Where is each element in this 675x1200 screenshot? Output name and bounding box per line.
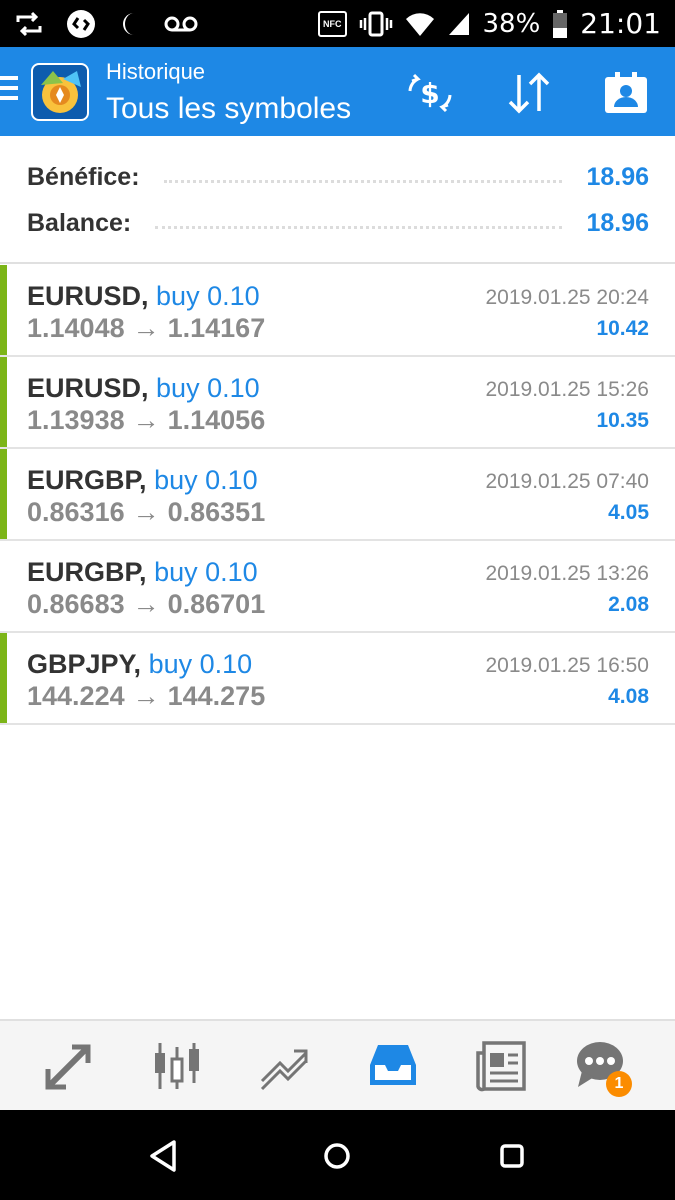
chat-tab[interactable]: 1: [574, 1039, 632, 1097]
dotted-leader: [163, 179, 563, 183]
back-icon[interactable]: [144, 1136, 184, 1176]
battery-icon: [553, 9, 568, 38]
deal-close-price: 1.14056: [167, 405, 266, 435]
deal-close-price: 0.86701: [167, 589, 266, 619]
nfc-icon: NFC: [318, 10, 347, 37]
profit-indicator-bar: [0, 449, 7, 539]
arrow-right-icon: →: [132, 589, 160, 619]
deal-open-price: 144.224: [27, 681, 125, 711]
deal-close-price: 0.86351: [167, 497, 266, 527]
deal-profit: 2.08: [608, 593, 649, 616]
deal-open-price: 1.14048: [27, 313, 125, 343]
profit-indicator-bar: [0, 265, 7, 355]
deal-symbol: GBPJPY,: [27, 649, 142, 679]
system-nav-bar: [0, 1110, 675, 1200]
deal-open-price: 0.86683: [27, 589, 125, 619]
deal-side: buy 0.10: [156, 373, 260, 403]
deal-side: buy 0.10: [154, 465, 258, 495]
currency-exchange-icon[interactable]: $: [406, 69, 454, 117]
svg-text:$: $: [420, 77, 439, 110]
deal-time: 2019.01.25 13:26: [485, 562, 650, 585]
deal-profit: 10.42: [596, 317, 649, 340]
news-icon[interactable]: [474, 1039, 528, 1093]
voicemail-icon: [164, 16, 198, 31]
moon-icon: [123, 12, 134, 35]
deal-symbol: EURUSD,: [27, 281, 149, 311]
signal-icon: [448, 12, 469, 35]
profit-label: Bénéfice:: [27, 162, 140, 191]
deal-side: buy 0.10: [154, 557, 258, 587]
balance-label: Balance:: [27, 208, 132, 237]
chart-icon[interactable]: [150, 1039, 204, 1093]
dotted-leader: [155, 225, 563, 229]
chat-badge: 1: [606, 1071, 632, 1097]
deal-close-price: 144.275: [167, 681, 266, 711]
page-title: Historique: [106, 59, 206, 84]
deal-time: 2019.01.25 15:26: [485, 378, 650, 401]
deal-row[interactable]: GBPJPY, buy 0.10 144.224 → 144.275 2019.01…: [0, 633, 675, 725]
arrow-right-icon: →: [132, 405, 160, 435]
bottom-tab-bar: 1: [0, 1019, 675, 1110]
profit-value: 18.96: [586, 162, 649, 191]
sync-icon: [16, 11, 42, 36]
recents-icon[interactable]: [492, 1136, 532, 1176]
sort-icon[interactable]: [505, 69, 553, 117]
deal-time: 2019.01.25 20:24: [485, 286, 650, 309]
deal-row[interactable]: EURGBP, buy 0.10 0.86316 → 0.86351 2019.01…: [0, 449, 675, 541]
arrow-right-icon: →: [132, 313, 160, 343]
deal-time: 2019.01.25 16:50: [485, 654, 650, 677]
deal-close-price: 1.14167: [167, 313, 266, 343]
arrow-right-icon: →: [132, 681, 160, 711]
status-bar: NFC 38% 21:01: [0, 0, 675, 47]
profit-indicator-bar: [0, 633, 7, 723]
deal-side: buy 0.10: [148, 649, 253, 679]
deal-row[interactable]: EURUSD, buy 0.10 1.13938 → 1.14056 2019.01…: [0, 357, 675, 449]
symbol-filter[interactable]: Tous les symboles: [106, 92, 351, 126]
profit-indicator-bar: [0, 357, 7, 447]
deal-side: buy 0.10: [156, 281, 260, 311]
arrow-right-icon: →: [132, 497, 160, 527]
vibrate-icon: [359, 11, 392, 36]
deal-open-price: 1.13938: [27, 405, 125, 435]
deal-profit: 4.05: [608, 501, 649, 524]
deal-row[interactable]: EURGBP, buy 0.10 0.86683 → 0.86701 2019.01…: [0, 541, 675, 633]
deal-symbol: EURGBP,: [27, 465, 147, 495]
shazam-icon: [67, 9, 95, 38]
deal-row[interactable]: EURUSD, buy 0.10 1.14048 → 1.14167 2019.01…: [0, 265, 675, 357]
deal-symbol: EURGBP,: [27, 557, 147, 587]
balance-value: 18.96: [586, 208, 649, 237]
deal-profit: 4.08: [608, 685, 649, 708]
wifi-icon: [405, 12, 434, 36]
app-logo[interactable]: [31, 63, 89, 121]
trade-icon[interactable]: [258, 1039, 312, 1093]
profit-row: Bénéfice: 18.96: [27, 157, 649, 197]
balance-row: Balance: 18.96: [27, 203, 649, 243]
battery-percent: 38%: [482, 8, 541, 39]
menu-icon[interactable]: [0, 76, 20, 106]
home-icon[interactable]: [317, 1136, 357, 1176]
account-icon[interactable]: [602, 69, 650, 117]
deal-symbol: EURUSD,: [27, 373, 149, 403]
history-icon[interactable]: [366, 1039, 420, 1093]
deal-profit: 10.35: [596, 409, 649, 432]
clock: 21:01: [580, 7, 661, 40]
app-bar: Historique Tous les symboles $: [0, 47, 675, 136]
deal-time: 2019.01.25 07:40: [485, 470, 650, 493]
deal-open-price: 0.86316: [27, 497, 125, 527]
quotes-icon[interactable]: [42, 1039, 96, 1093]
history-summary: Bénéfice: 18.96 Balance: 18.96: [0, 137, 675, 264]
